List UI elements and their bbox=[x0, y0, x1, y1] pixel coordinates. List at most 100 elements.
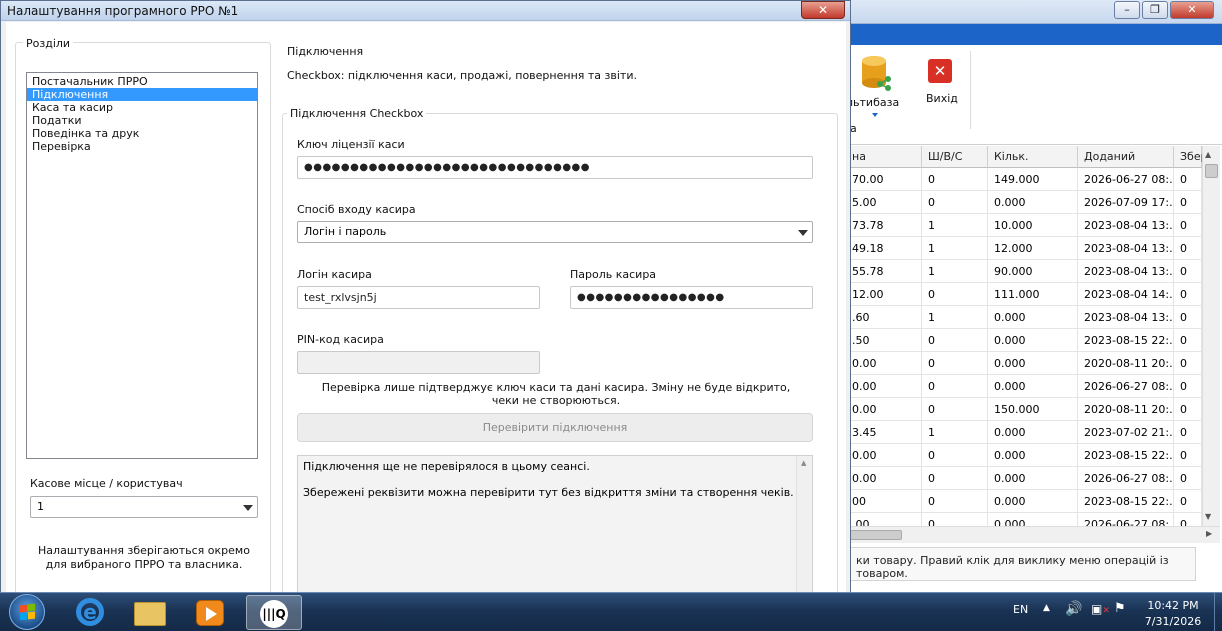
clock[interactable]: 10:42 PM 7/31/2026 bbox=[1130, 598, 1216, 630]
table-cell: 0.000 bbox=[988, 467, 1078, 490]
table-row[interactable]: 0.00 0 0.000 2020-08-11 20:... 0 bbox=[846, 352, 1202, 375]
table-cell: 149.000 bbox=[988, 168, 1078, 191]
cashier-login-field[interactable]: test_rxlvsjn5j bbox=[297, 286, 540, 309]
taskbar-explorer[interactable] bbox=[122, 595, 178, 630]
minimize-button[interactable]: – bbox=[1114, 1, 1140, 19]
table-cell: 2020-08-11 20:... bbox=[1078, 352, 1174, 375]
table-row[interactable]: 0.00 0 150.000 2020-08-11 20:... 0 bbox=[846, 398, 1202, 421]
bg-close-button[interactable]: ✕ bbox=[1170, 1, 1214, 19]
table-row[interactable]: 12.00 0 111.000 2023-08-04 14:... 0 bbox=[846, 283, 1202, 306]
table-cell: 0 bbox=[922, 329, 988, 352]
action-center-icon[interactable]: ⚑ bbox=[1114, 601, 1126, 616]
column-header[interactable]: на bbox=[846, 146, 922, 168]
table-row[interactable]: 73.78 1 10.000 2023-08-04 13:... 0 bbox=[846, 214, 1202, 237]
folder-icon bbox=[134, 602, 166, 626]
table-row[interactable]: 49.18 1 12.000 2023-08-04 13:... 0 bbox=[846, 237, 1202, 260]
scroll-right-icon[interactable]: ▶ bbox=[1206, 529, 1212, 538]
background-app-window: – ❐ ✕ льтибаза а ✕ Вихід на Ш/В/С Кільк. bbox=[845, 0, 1222, 592]
table-cell: 0.000 bbox=[988, 329, 1078, 352]
section-item[interactable]: Каса та касир bbox=[27, 101, 257, 114]
workplace-value: 1 bbox=[37, 500, 44, 513]
section-item[interactable]: Підключення bbox=[27, 88, 257, 101]
start-button[interactable] bbox=[2, 593, 52, 631]
close-icon: ✕ bbox=[928, 59, 952, 83]
table-cell: 2026-06-27 08:... bbox=[1078, 168, 1174, 191]
scroll-down-icon[interactable]: ▼ bbox=[1205, 512, 1211, 521]
table-row[interactable]: 5.00 0 0.000 2026-07-09 17:... 0 bbox=[846, 191, 1202, 214]
table-cell: 0 bbox=[1174, 421, 1202, 444]
section-item[interactable]: Поведінка та друк bbox=[27, 127, 257, 140]
show-hidden-icons-icon[interactable]: ▲ bbox=[1043, 603, 1050, 613]
sections-list[interactable]: Постачальник ПРРО Підключення Каса та каси… bbox=[26, 72, 258, 459]
section-item[interactable]: Постачальник ПРРО bbox=[27, 75, 257, 88]
multibase-label: льтибаза bbox=[846, 96, 900, 109]
table-cell: 0.000 bbox=[988, 490, 1078, 513]
pin-field[interactable] bbox=[297, 351, 540, 374]
multibase-button[interactable]: льтибаза bbox=[846, 51, 910, 121]
exit-button[interactable]: ✕ Вихід bbox=[920, 55, 964, 110]
language-indicator[interactable]: EN bbox=[1013, 603, 1028, 616]
table-cell: 49.18 bbox=[846, 237, 922, 260]
volume-icon[interactable]: 🔊 bbox=[1065, 601, 1082, 617]
table-cell: 0 bbox=[922, 444, 988, 467]
table-cell: 0 bbox=[1174, 168, 1202, 191]
table-cell: 10.000 bbox=[988, 214, 1078, 237]
table-cell: 0.000 bbox=[988, 306, 1078, 329]
table-cell: 1 bbox=[922, 306, 988, 329]
table-cell: 0 bbox=[1174, 237, 1202, 260]
log-line: Збережені реквізити можна перевірити тут… bbox=[303, 486, 794, 499]
section-item[interactable]: Податки bbox=[27, 114, 257, 127]
scroll-up-icon[interactable]: ▲ bbox=[1205, 150, 1211, 159]
check-connection-button[interactable]: Перевірити підключення bbox=[297, 413, 813, 442]
vertical-scrollbar[interactable]: ▲ ▼ bbox=[1202, 146, 1220, 526]
scroll-up-icon[interactable]: ▲ bbox=[801, 459, 806, 467]
log-line: Підключення ще не перевірялося в цьому с… bbox=[303, 460, 590, 473]
table-cell: 0 bbox=[922, 168, 988, 191]
table-cell: 0.00 bbox=[846, 398, 922, 421]
column-header[interactable]: Доданий bbox=[1078, 146, 1174, 168]
scroll-thumb[interactable] bbox=[1205, 164, 1218, 178]
table-row[interactable]: .50 0 0.000 2023-08-15 22:... 0 bbox=[846, 329, 1202, 352]
bg-title-bar: – ❐ ✕ bbox=[846, 0, 1222, 24]
login-method-select[interactable]: Логін і пароль bbox=[297, 221, 813, 243]
horizontal-scrollbar[interactable]: ▶ bbox=[846, 526, 1220, 543]
taskbar-media[interactable] bbox=[182, 595, 238, 630]
table-cell: 150.000 bbox=[988, 398, 1078, 421]
table-row[interactable]: 0.00 0 0.000 2026-06-27 08:... 0 bbox=[846, 375, 1202, 398]
table-row[interactable]: 55.78 1 90.000 2023-08-04 13:... 0 bbox=[846, 260, 1202, 283]
cashier-login-label: Логін касира bbox=[297, 268, 372, 281]
table-cell: 1 bbox=[922, 260, 988, 283]
taskbar-pos-app[interactable]: |||Q bbox=[246, 595, 302, 630]
products-grid[interactable]: на Ш/В/С Кільк. Доданий Збер 70.00 0 149.0… bbox=[846, 146, 1222, 541]
maximize-button[interactable]: ❐ bbox=[1142, 1, 1168, 19]
table-cell: 00 bbox=[846, 490, 922, 513]
table-row[interactable]: 70.00 0 149.000 2026-06-27 08:... 0 bbox=[846, 168, 1202, 191]
table-row[interactable]: 0.00 0 0.000 2023-08-15 22:... 0 bbox=[846, 444, 1202, 467]
license-key-field[interactable]: ●●●●●●●●●●●●●●●●●●●●●●●●●●●●●●● bbox=[297, 156, 813, 179]
column-header[interactable]: Ш/В/С bbox=[922, 146, 988, 168]
checkbox-group-legend: Підключення Checkbox bbox=[287, 107, 427, 120]
status-hint: ки товару. Правий клік для виклику меню … bbox=[849, 547, 1196, 581]
table-row[interactable]: .60 1 0.000 2023-08-04 13:... 0 bbox=[846, 306, 1202, 329]
table-row[interactable]: 00 0 0.000 2023-08-15 22:... 0 bbox=[846, 490, 1202, 513]
table-row[interactable]: 0.00 0 0.000 2026-06-27 08:... 0 bbox=[846, 467, 1202, 490]
settings-note: Налаштування зберігаються окремо для виб… bbox=[38, 544, 250, 571]
network-error-icon[interactable]: ▣✕ bbox=[1091, 602, 1110, 616]
dialog-close-button[interactable]: ✕ bbox=[801, 1, 845, 19]
workplace-select[interactable]: 1 bbox=[30, 496, 258, 518]
bg-menu-bar bbox=[846, 24, 1222, 45]
show-desktop-button[interactable] bbox=[1214, 593, 1222, 631]
table-row[interactable]: 3.45 1 0.000 2023-07-02 21:... 0 bbox=[846, 421, 1202, 444]
hscroll-thumb[interactable] bbox=[850, 530, 902, 540]
cashier-password-field[interactable]: ●●●●●●●●●●●●●●●● bbox=[570, 286, 813, 309]
column-header[interactable]: Збер bbox=[1174, 146, 1208, 168]
connection-log[interactable]: Підключення ще не перевірялося в цьому с… bbox=[297, 455, 813, 595]
taskbar-ie[interactable]: e bbox=[62, 595, 118, 630]
cashier-password-label: Пароль касира bbox=[570, 268, 657, 281]
column-header[interactable]: Кільк. bbox=[988, 146, 1078, 168]
section-item[interactable]: Перевірка bbox=[27, 140, 257, 153]
table-cell: .50 bbox=[846, 329, 922, 352]
log-scrollbar[interactable]: ▲ bbox=[796, 456, 812, 594]
table-cell: 12.00 bbox=[846, 283, 922, 306]
clock-date: 7/31/2026 bbox=[1144, 615, 1202, 628]
